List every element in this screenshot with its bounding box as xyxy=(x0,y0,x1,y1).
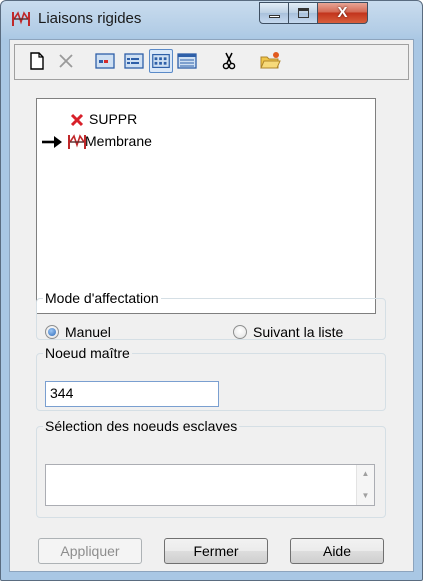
tree-item-label: SUPPR xyxy=(89,111,138,127)
minimize-button[interactable] xyxy=(259,2,289,24)
group-legend: Noeud maître xyxy=(45,345,130,361)
slave-nodes-field[interactable]: ▲ ▼ xyxy=(45,464,375,506)
radio-suivant-liste[interactable] xyxy=(233,325,247,339)
window-title: Liaisons rigides xyxy=(38,10,142,27)
close-icon: X xyxy=(337,4,348,21)
scroll-up-icon[interactable]: ▲ xyxy=(357,469,374,478)
radio-manuel[interactable] xyxy=(45,325,59,339)
help-button[interactable]: Aide xyxy=(290,538,384,564)
cut-icon[interactable] xyxy=(217,49,241,73)
dialog-client-area: SUPPR Membrane Mode d'affectation Manuel… xyxy=(9,39,414,572)
view-details-icon[interactable] xyxy=(175,49,199,73)
red-x-icon xyxy=(70,113,84,127)
group-legend: Mode d'affectation xyxy=(45,290,159,306)
delete-icon[interactable] xyxy=(54,49,78,73)
view-small-icon[interactable] xyxy=(93,49,117,73)
scroll-down-icon[interactable]: ▼ xyxy=(357,491,374,500)
title-bar[interactable]: Liaisons rigides X xyxy=(1,1,422,39)
assignment-mode-group: Mode d'affectation Manuel Suivant la lis… xyxy=(36,290,386,340)
dialog-window: Liaisons rigides X SUPPR Membrane Mode d… xyxy=(0,0,423,581)
open-folder-icon[interactable] xyxy=(258,49,282,73)
group-tree[interactable]: SUPPR Membrane xyxy=(36,98,376,314)
toolbar xyxy=(14,44,409,80)
view-grid-icon[interactable] xyxy=(149,49,173,73)
master-node-group: Noeud maître 344 xyxy=(36,345,386,411)
apply-button[interactable]: Appliquer xyxy=(38,538,142,564)
slave-nodes-group: Sélection des noeuds esclaves ▲ ▼ xyxy=(36,418,386,518)
new-document-icon[interactable] xyxy=(25,49,49,73)
rigid-link-icon xyxy=(12,11,30,26)
radio-suivant-liste-label[interactable]: Suivant la liste xyxy=(253,324,343,340)
master-node-input[interactable]: 344 xyxy=(45,381,219,407)
maximize-button[interactable] xyxy=(288,2,318,24)
radio-manuel-label[interactable]: Manuel xyxy=(65,324,111,340)
view-list-icon[interactable] xyxy=(122,49,146,73)
arrow-right-icon xyxy=(42,136,62,148)
rigid-link-icon xyxy=(68,134,86,149)
close-button[interactable]: Fermer xyxy=(164,538,268,564)
group-legend: Sélection des noeuds esclaves xyxy=(45,418,238,434)
slave-nodes-scrollbar[interactable]: ▲ ▼ xyxy=(356,465,374,505)
tree-item-label: Membrane xyxy=(85,133,152,149)
close-window-button[interactable]: X xyxy=(317,2,368,24)
